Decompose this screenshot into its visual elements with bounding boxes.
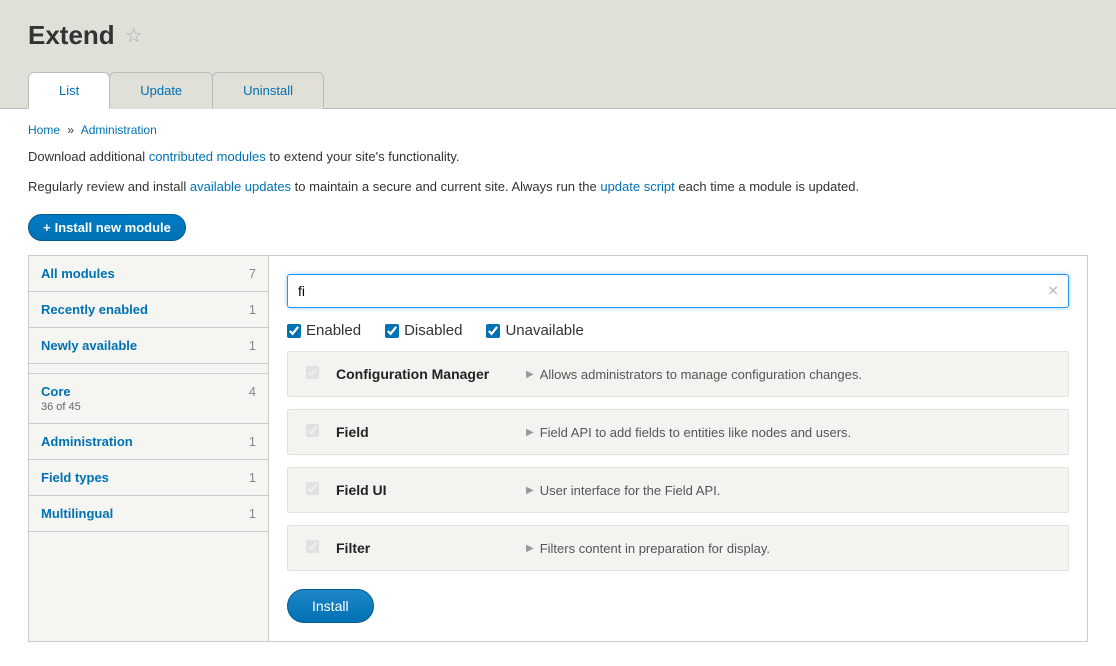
- update-script-link[interactable]: update script: [600, 179, 674, 194]
- filter-enabled[interactable]: Enabled: [287, 322, 361, 339]
- intro-line-1: Download additional contributed modules …: [28, 147, 1088, 167]
- sidebar-item-count: 1: [249, 338, 256, 353]
- filter-enabled-label: Enabled: [306, 322, 361, 339]
- module-enable-checkbox[interactable]: [306, 540, 319, 553]
- sidebar-item-count: 1: [249, 506, 256, 521]
- sidebar-item-count: 1: [249, 470, 256, 485]
- module-name: Field UI: [336, 482, 526, 498]
- module-description: Field API to add fields to entities like…: [540, 425, 851, 440]
- filter-unavailable-checkbox[interactable]: [486, 324, 500, 338]
- module-row: Configuration Manager ▶ Allows administr…: [287, 351, 1069, 397]
- install-submit-button[interactable]: Install: [287, 589, 374, 623]
- sidebar-item-administration[interactable]: Administration 1: [29, 424, 268, 460]
- filter-disabled-checkbox[interactable]: [385, 324, 399, 338]
- intro-line-2: Regularly review and install available u…: [28, 177, 1088, 197]
- module-row: Field UI ▶ User interface for the Field …: [287, 467, 1069, 513]
- page-title: Extend: [28, 20, 115, 51]
- sidebar-item-newly-available[interactable]: Newly available 1: [29, 328, 268, 364]
- module-name: Configuration Manager: [336, 366, 526, 382]
- sidebar-item-core[interactable]: Core 36 of 45 4: [29, 374, 268, 424]
- filter-disabled-label: Disabled: [404, 322, 462, 339]
- status-filter-row: Enabled Disabled Unavailable: [287, 322, 1069, 339]
- expand-caret-icon[interactable]: ▶: [526, 427, 534, 438]
- breadcrumb-sep: »: [67, 123, 74, 137]
- expand-caret-icon[interactable]: ▶: [526, 369, 534, 380]
- sidebar-item-count: 1: [249, 302, 256, 317]
- filter-enabled-checkbox[interactable]: [287, 324, 301, 338]
- module-category-sidebar: All modules 7 Recently enabled 1 Newly a…: [29, 256, 269, 641]
- filter-unavailable-label: Unavailable: [505, 322, 583, 339]
- sidebar-item-multilingual[interactable]: Multilingual 1: [29, 496, 268, 532]
- intro-text-fragment: Download additional: [28, 149, 149, 164]
- sidebar-item-count: 1: [249, 434, 256, 449]
- clear-search-icon[interactable]: ✕: [1047, 283, 1059, 300]
- sidebar-item-recently-enabled[interactable]: Recently enabled 1: [29, 292, 268, 328]
- plus-icon: +: [43, 220, 51, 235]
- breadcrumb-home[interactable]: Home: [28, 123, 60, 137]
- expand-caret-icon[interactable]: ▶: [526, 543, 534, 554]
- intro-text-fragment: to extend your site's functionality.: [266, 149, 460, 164]
- module-name: Filter: [336, 540, 526, 556]
- sidebar-item-field-types[interactable]: Field types 1: [29, 460, 268, 496]
- sidebar-item-label: Newly available: [41, 338, 137, 353]
- sidebar-item-label: Multilingual: [41, 506, 113, 521]
- sidebar-item-label: Core: [41, 384, 71, 399]
- module-row: Field ▶ Field API to add fields to entit…: [287, 409, 1069, 455]
- sidebar-item-count: 4: [249, 384, 256, 399]
- module-name: Field: [336, 424, 526, 440]
- sidebar-item-label: Recently enabled: [41, 302, 148, 317]
- filter-unavailable[interactable]: Unavailable: [486, 322, 583, 339]
- sidebar-item-all-modules[interactable]: All modules 7: [29, 256, 268, 292]
- tab-update[interactable]: Update: [109, 72, 213, 109]
- sidebar-item-label-wrap: Core 36 of 45: [41, 384, 81, 413]
- tab-uninstall[interactable]: Uninstall: [212, 72, 324, 109]
- module-row: Filter ▶ Filters content in preparation …: [287, 525, 1069, 571]
- module-enable-checkbox[interactable]: [306, 482, 319, 495]
- module-enable-checkbox[interactable]: [306, 366, 319, 379]
- sidebar-item-label: Field types: [41, 470, 109, 485]
- breadcrumb: Home » Administration: [28, 123, 1088, 137]
- primary-tabs: List Update Uninstall: [28, 71, 1088, 108]
- expand-caret-icon[interactable]: ▶: [526, 485, 534, 496]
- install-new-module-button[interactable]: + Install new module: [28, 214, 186, 241]
- install-new-module-label: Install new module: [55, 220, 171, 235]
- module-enable-checkbox[interactable]: [306, 424, 319, 437]
- filter-disabled[interactable]: Disabled: [385, 322, 462, 339]
- sidebar-item-label: All modules: [41, 266, 115, 281]
- sidebar-item-label: Administration: [41, 434, 133, 449]
- breadcrumb-admin[interactable]: Administration: [81, 123, 157, 137]
- module-search-input[interactable]: [287, 274, 1069, 308]
- intro-text-fragment: to maintain a secure and current site. A…: [291, 179, 600, 194]
- intro-text-fragment: Regularly review and install: [28, 179, 190, 194]
- favorite-star-icon[interactable]: ☆: [125, 23, 143, 48]
- module-description: Filters content in preparation for displ…: [540, 541, 770, 556]
- module-description: User interface for the Field API.: [540, 483, 721, 498]
- sidebar-item-count: 7: [249, 266, 256, 281]
- sidebar-filler: [29, 532, 268, 622]
- available-updates-link[interactable]: available updates: [190, 179, 291, 194]
- module-description: Allows administrators to manage configur…: [540, 367, 862, 382]
- contributed-modules-link[interactable]: contributed modules: [149, 149, 266, 164]
- tab-list[interactable]: List: [28, 72, 110, 109]
- sidebar-spacer: [29, 364, 268, 374]
- sidebar-item-subcount: 36 of 45: [41, 401, 81, 413]
- intro-text-fragment: each time a module is updated.: [675, 179, 859, 194]
